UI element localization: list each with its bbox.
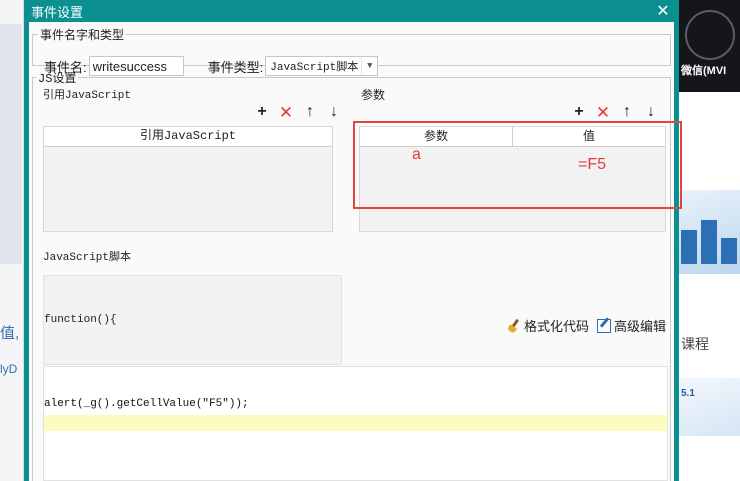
- script-header-area: function(){: [43, 275, 342, 365]
- ref-js-move-down-button[interactable]: ↓: [327, 104, 341, 120]
- background-left-panel: 值, lyD: [0, 0, 24, 481]
- background-banner-small[interactable]: 5.1: [677, 378, 740, 436]
- small-banner-text: 5.1: [681, 388, 695, 399]
- script-editor[interactable]: alert(_g().getCellValue("F5"));: [43, 366, 668, 481]
- script-title: JavaScript脚本: [43, 252, 132, 264]
- banner-swirl-graphic: [685, 10, 735, 60]
- background-banner-blue[interactable]: [677, 190, 740, 274]
- ref-js-delete-button[interactable]: ✕: [279, 104, 293, 121]
- close-icon[interactable]: ✕: [652, 0, 674, 22]
- ref-js-table-header: 引用JavaScript: [44, 127, 332, 147]
- dialog-titlebar[interactable]: 事件设置 ✕: [29, 0, 674, 22]
- ref-js-table[interactable]: 引用JavaScript: [43, 126, 333, 232]
- format-code-label: 格式化代码: [523, 319, 589, 334]
- ref-js-add-button[interactable]: +: [255, 104, 269, 120]
- event-name-type-legend: 事件名字和类型: [40, 28, 125, 42]
- params-add-button[interactable]: +: [572, 104, 586, 120]
- annotation-highlight-box: [353, 121, 682, 209]
- event-name-type-group: 事件名字和类型 事件名: 事件类型: JavaScript脚本 ▼: [32, 26, 671, 76]
- background-banner-dark[interactable]: 微信(MVI: [677, 0, 740, 92]
- background-right-label[interactable]: 课程: [681, 334, 709, 354]
- ref-js-toolbar: + ✕ ↑ ↓: [255, 104, 341, 121]
- params-title: 参数: [361, 88, 386, 102]
- script-code-line[interactable]: alert(_g().getCellValue("F5"));: [44, 398, 249, 410]
- ref-js-move-up-button[interactable]: ↑: [303, 104, 317, 120]
- advanced-edit-label: 高级编辑: [613, 319, 666, 334]
- edit-icon: [596, 318, 611, 333]
- background-left-text-2: lyD: [0, 362, 18, 376]
- banner-text: 微信(MVI: [681, 65, 727, 77]
- params-move-up-button[interactable]: ↑: [620, 104, 634, 120]
- script-function-header: function(){: [44, 314, 117, 326]
- dialog-title: 事件设置: [31, 4, 84, 20]
- ref-js-column-header[interactable]: 引用JavaScript: [44, 127, 332, 146]
- background-left-text-1: 值,: [0, 325, 20, 342]
- params-toolbar: + ✕ ↑ ↓: [572, 104, 658, 121]
- dialog-body: 事件名字和类型 事件名: 事件类型: JavaScript脚本 ▼ JS设置 引…: [29, 22, 682, 481]
- advanced-edit-button[interactable]: 高级编辑: [596, 316, 666, 335]
- background-right-panel: 微信(MVI 课程 5.1: [677, 0, 740, 481]
- ref-js-title: 引用JavaScript: [43, 90, 132, 102]
- script-active-line[interactable]: [44, 415, 667, 431]
- event-settings-dialog: 事件设置 ✕ 事件名字和类型 事件名: 事件类型: JavaScript脚本 ▼…: [24, 0, 682, 481]
- format-code-button[interactable]: 格式化代码: [506, 316, 589, 335]
- banner-block: [681, 230, 697, 264]
- params-delete-button[interactable]: ✕: [596, 104, 610, 121]
- banner-block: [721, 238, 737, 264]
- script-actions: 格式化代码 高级编辑: [506, 316, 666, 335]
- js-settings-legend: JS设置: [38, 72, 77, 86]
- params-move-down-button[interactable]: ↓: [644, 104, 658, 120]
- brush-icon: [506, 318, 521, 334]
- banner-block: [701, 220, 717, 264]
- background-left-strip: [0, 24, 22, 264]
